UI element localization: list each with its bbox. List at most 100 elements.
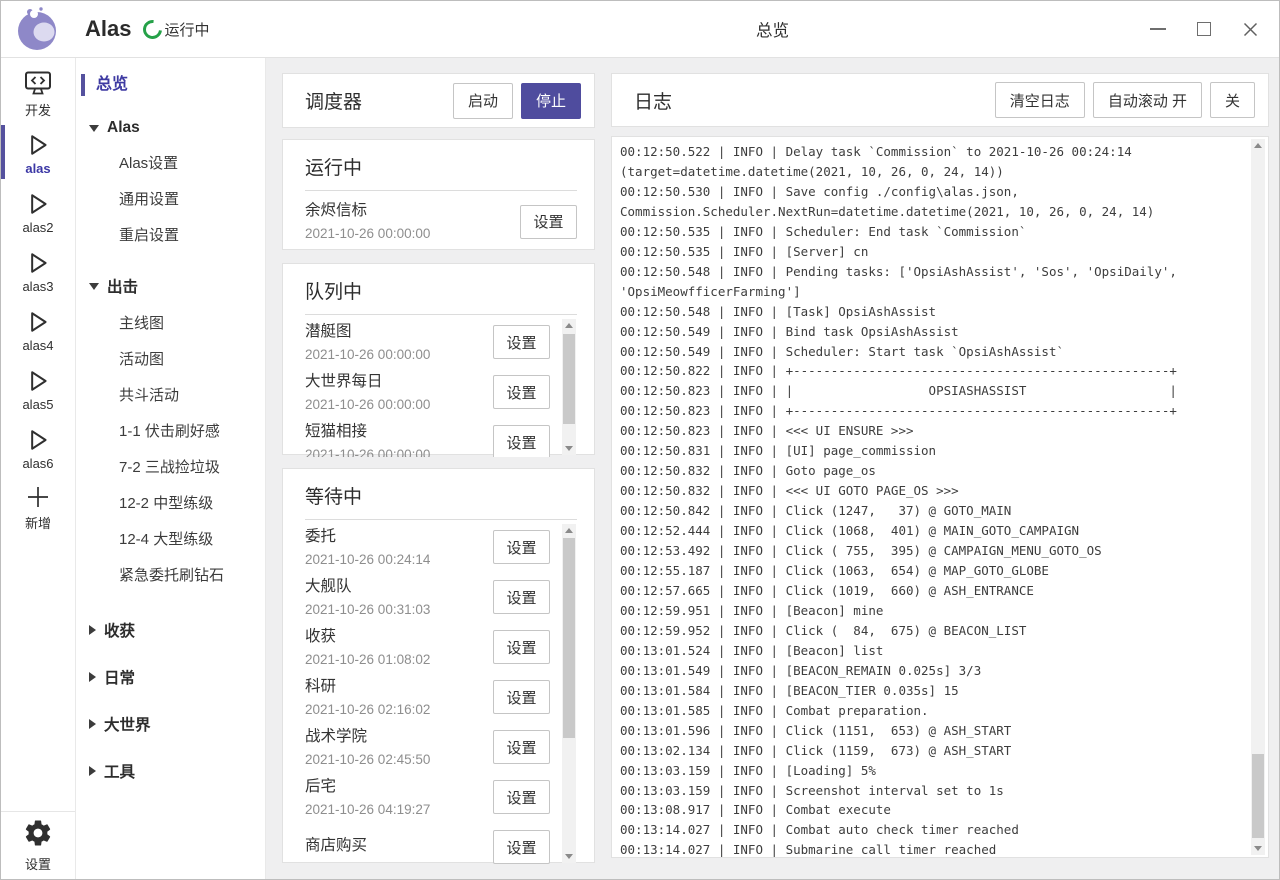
- menu-item[interactable]: 主线图: [76, 306, 265, 342]
- rail-item-add[interactable]: 新增: [1, 477, 75, 536]
- menu-item[interactable]: 重启设置: [76, 218, 265, 254]
- task-name: 大舰队: [305, 576, 430, 597]
- task-time: 2021-10-26 00:31:03: [305, 600, 430, 619]
- menu-group-label: 日常: [104, 666, 135, 688]
- close-icon: [1242, 21, 1259, 38]
- rail-item-label: alas6: [22, 456, 53, 471]
- play-icon: [24, 366, 52, 396]
- plus-icon: [25, 482, 51, 512]
- menu-group-attack[interactable]: 出击: [76, 275, 265, 297]
- menu-group-daily[interactable]: 日常: [76, 666, 265, 688]
- rail-item-label: 开发: [25, 100, 51, 119]
- clear-log-button[interactable]: 清空日志: [995, 82, 1085, 118]
- menu-group-opsi[interactable]: 大世界: [76, 713, 265, 735]
- rail-item-label: alas5: [22, 397, 53, 412]
- task-settings-button[interactable]: 设置: [493, 780, 550, 814]
- rail-item-alas6[interactable]: alas6: [1, 418, 75, 477]
- rail-item-alas2[interactable]: alas2: [1, 182, 75, 241]
- task-settings-button[interactable]: 设置: [493, 425, 550, 457]
- menu-group-attack-children: 主线图 活动图 共斗活动 1-1 伏击刷好感 7-2 三战捡垃圾 12-2 中型…: [76, 306, 265, 594]
- log-header-panel: 日志 清空日志 自动滚动 开 关: [611, 73, 1269, 127]
- scrollbar-thumb[interactable]: [1252, 754, 1264, 838]
- task-name: 余烬信标: [305, 200, 430, 221]
- scroll-up-icon[interactable]: [1251, 139, 1265, 152]
- task-info: 短猫相接 2021-10-26 00:00:00: [305, 421, 430, 458]
- menu-item[interactable]: 7-2 三战捡垃圾: [76, 450, 265, 486]
- menu-item-overview[interactable]: 总览: [76, 72, 265, 98]
- task-time: 2021-10-26 01:08:02: [305, 650, 430, 669]
- menu-group-alas[interactable]: Alas: [76, 119, 265, 137]
- triangle-down-icon: [89, 125, 99, 132]
- maximize-button[interactable]: [1181, 1, 1227, 57]
- menu-item[interactable]: 活动图: [76, 342, 265, 378]
- scroll-up-icon[interactable]: [562, 524, 576, 537]
- play-icon: [24, 248, 52, 278]
- menu-group-tools[interactable]: 工具: [76, 760, 265, 782]
- rail-item-dev[interactable]: 开发: [1, 64, 75, 123]
- task-settings-button[interactable]: 设置: [493, 680, 550, 714]
- menu-item[interactable]: 12-2 中型练级: [76, 486, 265, 522]
- log-lines: 00:12:50.522 | INFO | Delay task `Commis…: [612, 137, 1268, 858]
- scrollbar[interactable]: [562, 319, 576, 455]
- scrollbar[interactable]: [562, 524, 576, 863]
- maximize-icon: [1197, 22, 1211, 36]
- menu-item[interactable]: 12-4 大型练级: [76, 522, 265, 558]
- scrollbar-thumb[interactable]: [563, 538, 575, 738]
- task-settings-button[interactable]: 设置: [520, 205, 577, 239]
- minimize-button[interactable]: [1135, 1, 1181, 57]
- menu-item[interactable]: 紧急委托刷钻石: [76, 558, 265, 594]
- rail-item-settings[interactable]: 设置: [1, 811, 75, 879]
- task-name: 委托: [305, 526, 430, 547]
- running-card: 运行中 余烬信标 2021-10-26 00:00:00 设置: [282, 139, 595, 250]
- task-settings-button[interactable]: 设置: [493, 530, 550, 564]
- task-time: 2021-10-26 04:19:27: [305, 800, 430, 819]
- task-settings-button[interactable]: 设置: [493, 580, 550, 614]
- play-icon: [24, 130, 52, 160]
- menu-group-reward[interactable]: 收获: [76, 619, 265, 641]
- task-row: 委托 2021-10-26 00:24:14 设置: [283, 522, 594, 572]
- autoscroll-off-button[interactable]: 关: [1210, 82, 1255, 118]
- task-info: 后宅 2021-10-26 04:19:27: [305, 776, 430, 819]
- rail-item-alas[interactable]: alas: [1, 123, 75, 182]
- stop-button[interactable]: 停止: [521, 83, 581, 119]
- close-button[interactable]: [1227, 1, 1273, 57]
- rail-item-label: 设置: [25, 854, 51, 873]
- menu-item[interactable]: 通用设置: [76, 182, 265, 218]
- scroll-down-icon[interactable]: [562, 850, 576, 863]
- scroll-down-icon[interactable]: [1251, 842, 1265, 855]
- scroll-up-icon[interactable]: [562, 319, 576, 332]
- menu-item[interactable]: 共斗活动: [76, 378, 265, 414]
- task-settings-button[interactable]: 设置: [493, 630, 550, 664]
- alas-logo-icon: [13, 5, 61, 53]
- task-name: 商店购买: [305, 835, 367, 856]
- log-panel: 00:12:50.522 | INFO | Delay task `Commis…: [611, 136, 1269, 858]
- task-row: 潜艇图 2021-10-26 00:00:00 设置: [283, 317, 594, 367]
- rail-item-label: alas4: [22, 338, 53, 353]
- scheduler-panel: 调度器 启动 停止: [282, 73, 595, 128]
- task-row: 战术学院 2021-10-26 02:45:50 设置: [283, 722, 594, 772]
- menu-item[interactable]: Alas设置: [76, 146, 265, 182]
- task-info: 科研 2021-10-26 02:16:02: [305, 676, 430, 719]
- rail-item-alas3[interactable]: alas3: [1, 241, 75, 300]
- task-settings-button[interactable]: 设置: [493, 325, 550, 359]
- task-settings-button[interactable]: 设置: [493, 730, 550, 764]
- task-time: 2021-10-26 02:16:02: [305, 700, 430, 719]
- task-time: 2021-10-26 00:00:00: [305, 395, 430, 414]
- task-name: 后宅: [305, 776, 430, 797]
- menu-group-label: 出击: [107, 275, 138, 297]
- task-row: 余烬信标 2021-10-26 00:00:00 设置: [283, 191, 594, 243]
- triangle-down-icon: [89, 283, 99, 290]
- rail-item-alas4[interactable]: alas4: [1, 300, 75, 359]
- scrollbar-thumb[interactable]: [563, 334, 575, 424]
- start-button[interactable]: 启动: [453, 83, 513, 119]
- task-settings-button[interactable]: 设置: [493, 375, 550, 409]
- rail-item-alas5[interactable]: alas5: [1, 359, 75, 418]
- menu-item[interactable]: 1-1 伏击刷好感: [76, 414, 265, 450]
- autoscroll-on-button[interactable]: 自动滚动 开: [1093, 82, 1202, 118]
- task-name: 短猫相接: [305, 421, 430, 442]
- task-settings-button[interactable]: 设置: [493, 830, 550, 864]
- task-info: 战术学院 2021-10-26 02:45:50: [305, 726, 430, 769]
- log-scrollbar[interactable]: [1251, 139, 1265, 855]
- log-title: 日志: [634, 87, 995, 114]
- scroll-down-icon[interactable]: [562, 442, 576, 455]
